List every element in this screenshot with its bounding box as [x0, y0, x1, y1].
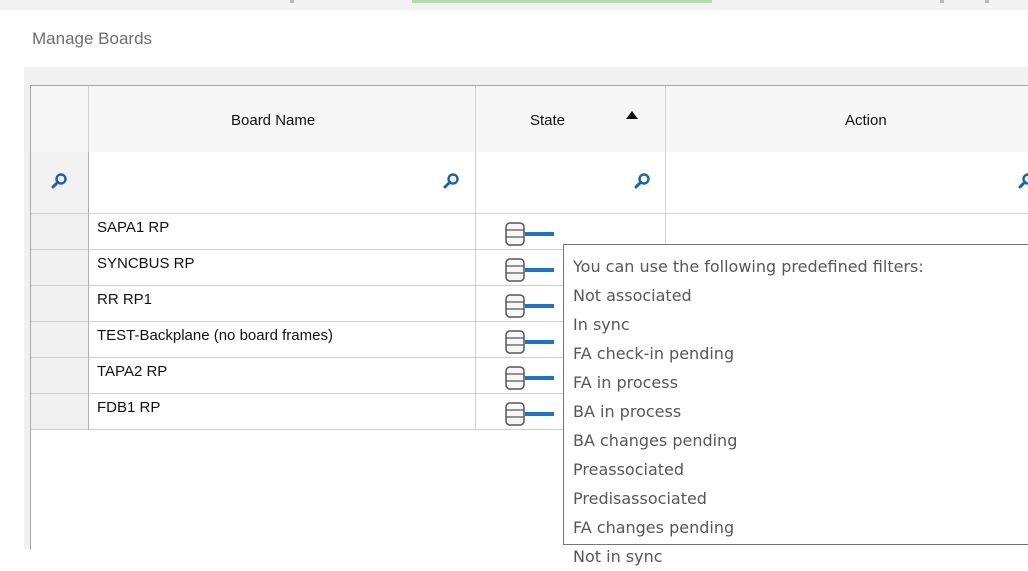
background-window-strip [0, 0, 1028, 10]
magnifier-icon[interactable] [634, 172, 652, 190]
magnifier-icon[interactable] [443, 172, 461, 190]
column-header-label: State [530, 112, 565, 129]
board-name-cell: TEST-Backplane (no board frames) [89, 322, 476, 358]
tooltip-filter-item: Not associated [573, 281, 1028, 310]
filter-cell-action[interactable] [666, 152, 1028, 214]
row-selector[interactable] [31, 394, 89, 430]
column-header-state[interactable]: State [476, 86, 666, 152]
tooltip-filter-item: Predisassociated [573, 484, 1028, 513]
database-link-icon [504, 292, 554, 320]
database-link-icon [504, 400, 554, 428]
sort-ascending-icon [626, 111, 638, 119]
row-selector[interactable] [31, 322, 89, 358]
column-header-label: Board Name [231, 112, 315, 129]
tooltip-filter-item: BA changes pending [573, 426, 1028, 455]
row-selector[interactable] [31, 214, 89, 250]
column-header-action[interactable]: Action [666, 86, 1028, 152]
database-link-icon [504, 364, 554, 392]
database-link-icon [504, 328, 554, 356]
board-name-cell: SAPA1 RP [89, 214, 476, 250]
filter-cell-state[interactable] [476, 152, 666, 214]
row-selector[interactable] [31, 250, 89, 286]
filter-row-selector[interactable] [31, 152, 89, 214]
column-header-label: Action [845, 112, 887, 129]
column-header-board-name[interactable]: Board Name [89, 86, 476, 152]
tooltip-heading: You can use the following predefined fil… [573, 252, 1028, 281]
tooltip-filter-item: FA changes pending [573, 513, 1028, 542]
magnifier-icon[interactable] [1018, 172, 1028, 190]
tooltip-filter-item: Preassociated [573, 455, 1028, 484]
dialog-title: Manage Boards [32, 29, 152, 49]
board-name-cell: FDB1 RP [89, 394, 476, 430]
predefined-filters-tooltip: You can use the following predefined fil… [563, 244, 1028, 545]
row-selector[interactable] [31, 286, 89, 322]
filter-cell-board-name[interactable] [89, 152, 476, 214]
row-selector[interactable] [31, 358, 89, 394]
database-link-icon [504, 220, 554, 248]
board-name-cell: RR RP1 [89, 286, 476, 322]
database-link-icon [504, 256, 554, 284]
board-name-cell: SYNCBUS RP [89, 250, 476, 286]
board-name-cell: TAPA2 RP [89, 358, 476, 394]
tooltip-filter-item: FA in process [573, 368, 1028, 397]
tooltip-filter-item: Not in sync [573, 542, 1028, 571]
tooltip-filter-item: FA check-in pending [573, 339, 1028, 368]
tooltip-filter-item: In sync [573, 310, 1028, 339]
tooltip-filter-item: BA in process [573, 397, 1028, 426]
row-selector-header [31, 86, 89, 152]
magnifier-icon [51, 172, 69, 190]
